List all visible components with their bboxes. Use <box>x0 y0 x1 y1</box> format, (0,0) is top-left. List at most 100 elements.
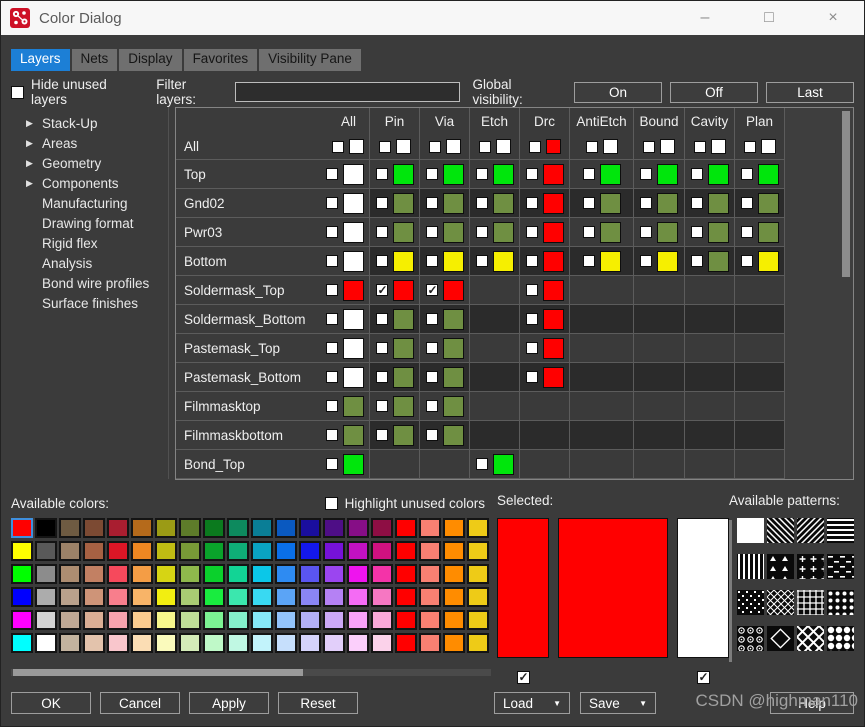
color-swatch[interactable] <box>600 222 621 243</box>
color-swatch[interactable] <box>443 309 464 330</box>
visibility-checkbox[interactable] <box>586 141 598 153</box>
visibility-checkbox[interactable] <box>426 429 438 441</box>
color-swatch[interactable] <box>343 396 364 417</box>
palette-color[interactable] <box>395 518 417 538</box>
palette-color[interactable] <box>227 633 249 653</box>
palette-color[interactable] <box>443 518 465 538</box>
palette-color[interactable] <box>227 564 249 584</box>
visibility-checkbox[interactable] <box>426 342 438 354</box>
palette-color[interactable] <box>59 633 81 653</box>
palette-color[interactable] <box>155 564 177 584</box>
expand-arrow-icon[interactable]: ▶ <box>26 138 42 149</box>
selected-swatch-3[interactable] <box>677 518 729 658</box>
palette-color[interactable] <box>467 564 489 584</box>
tree-item-components[interactable]: ▶Components <box>11 173 168 193</box>
palette-color[interactable] <box>35 541 57 561</box>
visibility-checkbox[interactable] <box>376 226 388 238</box>
color-swatch[interactable] <box>493 251 514 272</box>
color-swatch[interactable] <box>343 367 364 388</box>
palette-color[interactable] <box>371 587 393 607</box>
palette-color[interactable] <box>419 633 441 653</box>
reset-button[interactable]: Reset <box>278 692 358 714</box>
pattern-swatch-plus-signs[interactable] <box>797 554 824 579</box>
color-swatch[interactable] <box>543 222 564 243</box>
palette-color[interactable] <box>131 587 153 607</box>
visibility-checkbox[interactable] <box>526 168 538 180</box>
palette-color[interactable] <box>347 610 369 630</box>
palette-color[interactable] <box>251 587 273 607</box>
palette-horizontal-scrollbar[interactable] <box>11 669 491 676</box>
palette-color[interactable] <box>179 633 201 653</box>
palette-color[interactable] <box>179 610 201 630</box>
color-swatch[interactable] <box>393 309 414 330</box>
color-swatch[interactable] <box>343 454 364 475</box>
palette-color[interactable] <box>11 564 33 584</box>
selected-swatch-1[interactable] <box>497 518 549 658</box>
color-swatch[interactable] <box>343 222 364 243</box>
expand-arrow-icon[interactable]: ▶ <box>26 178 42 189</box>
color-swatch[interactable] <box>543 280 564 301</box>
palette-color[interactable] <box>83 610 105 630</box>
palette-color[interactable] <box>275 610 297 630</box>
palette-color[interactable] <box>59 541 81 561</box>
pattern-swatch-dashes[interactable] <box>827 554 854 579</box>
color-swatch[interactable] <box>443 367 464 388</box>
palette-color[interactable] <box>347 587 369 607</box>
color-swatch[interactable] <box>711 139 726 154</box>
visibility-checkbox[interactable] <box>476 226 488 238</box>
expand-arrow-icon[interactable]: ▶ <box>26 158 42 169</box>
tree-item-areas[interactable]: ▶Areas <box>11 133 168 153</box>
visibility-checkbox[interactable] <box>326 400 338 412</box>
selected-swatch-2[interactable] <box>558 518 668 658</box>
visibility-checkbox[interactable] <box>376 168 388 180</box>
visibility-checkbox[interactable] <box>526 313 538 325</box>
palette-color[interactable] <box>11 610 33 630</box>
visibility-checkbox[interactable] <box>640 255 652 267</box>
visibility-checkbox[interactable] <box>741 197 753 209</box>
palette-color[interactable] <box>155 541 177 561</box>
color-swatch[interactable] <box>660 139 675 154</box>
color-swatch[interactable] <box>657 251 678 272</box>
palette-color[interactable] <box>323 610 345 630</box>
palette-color[interactable] <box>371 633 393 653</box>
palette-color[interactable] <box>179 518 201 538</box>
selected-swatch-checkbox[interactable] <box>697 671 710 684</box>
color-swatch[interactable] <box>543 251 564 272</box>
tree-item-manufacturing[interactable]: Manufacturing <box>11 193 168 213</box>
visibility-checkbox[interactable] <box>332 141 344 153</box>
palette-color[interactable] <box>371 610 393 630</box>
visibility-checkbox[interactable] <box>326 458 338 470</box>
color-swatch[interactable] <box>343 164 364 185</box>
color-swatch[interactable] <box>493 164 514 185</box>
color-swatch[interactable] <box>493 222 514 243</box>
palette-color[interactable] <box>347 541 369 561</box>
color-swatch[interactable] <box>543 338 564 359</box>
visibility-checkbox[interactable] <box>526 371 538 383</box>
color-swatch[interactable] <box>343 338 364 359</box>
visibility-checkbox[interactable] <box>583 226 595 238</box>
palette-color[interactable] <box>227 610 249 630</box>
palette-color[interactable] <box>35 587 57 607</box>
palette-color[interactable] <box>275 518 297 538</box>
color-swatch[interactable] <box>343 251 364 272</box>
color-swatch[interactable] <box>393 338 414 359</box>
palette-color[interactable] <box>227 587 249 607</box>
filter-layers-input[interactable] <box>235 82 461 102</box>
visibility-checkbox[interactable] <box>379 141 391 153</box>
palette-color[interactable] <box>323 633 345 653</box>
palette-color[interactable] <box>323 541 345 561</box>
palette-color[interactable] <box>35 610 57 630</box>
help-button[interactable]: Help <box>770 692 854 714</box>
tab-visibility-pane[interactable]: Visibility Pane <box>259 49 361 71</box>
color-swatch[interactable] <box>657 193 678 214</box>
visibility-checkbox[interactable] <box>426 313 438 325</box>
color-swatch[interactable] <box>443 280 464 301</box>
tab-display[interactable]: Display <box>119 49 181 71</box>
palette-color[interactable] <box>131 633 153 653</box>
visibility-checkbox[interactable] <box>691 168 703 180</box>
color-swatch[interactable] <box>761 139 776 154</box>
visibility-checkbox[interactable] <box>741 255 753 267</box>
global-visibility-on-button[interactable]: On <box>574 82 662 103</box>
global-visibility-off-button[interactable]: Off <box>670 82 758 103</box>
palette-color[interactable] <box>275 587 297 607</box>
